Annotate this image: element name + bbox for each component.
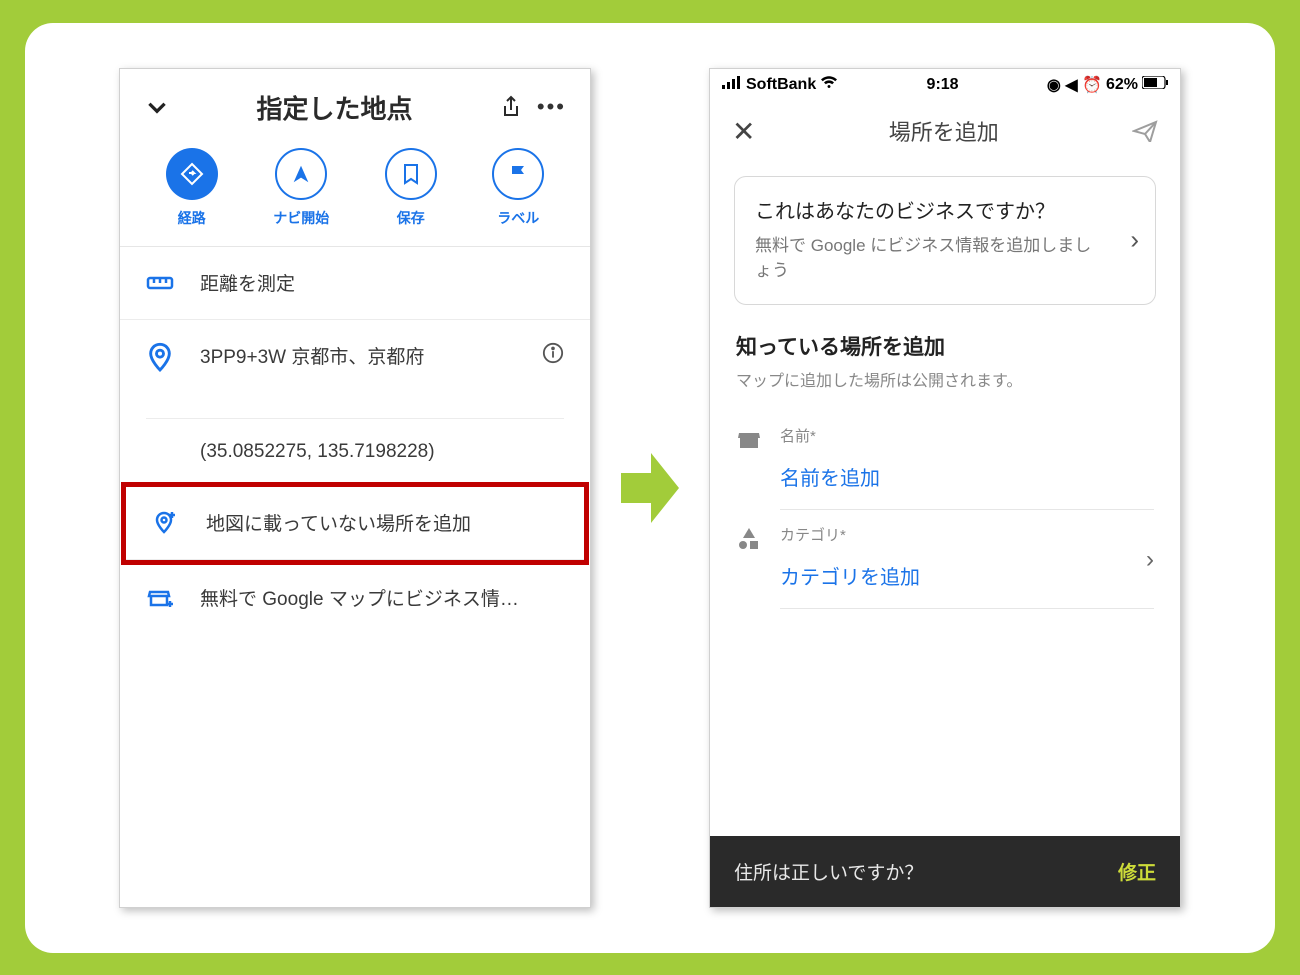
place-header: 指定した地点 •••: [120, 69, 590, 138]
name-field[interactable]: 名前* 名前を追加: [710, 411, 1180, 510]
name-label: 名前*: [780, 425, 1154, 446]
add-place-row[interactable]: 地図に載っていない場所を追加: [126, 487, 584, 560]
save-label: 保存: [397, 208, 425, 228]
business-card[interactable]: これはあなたのビジネスですか？ 無料で Google にビジネス情報を追加しまし…: [734, 176, 1156, 305]
label-label: ラベル: [497, 208, 539, 228]
status-bar: SoftBank 9:18 ◉ ◀ ⏰ 62%: [710, 69, 1180, 101]
save-button[interactable]: 保存: [385, 148, 437, 228]
bookmark-icon: [385, 148, 437, 200]
battery-icon: [1142, 76, 1168, 94]
name-placeholder: 名前を追加: [780, 462, 1154, 491]
info-icon[interactable]: [542, 342, 564, 369]
phone-left: 指定した地点 ••• 経路 ナビ開始: [119, 68, 591, 908]
category-field[interactable]: カテゴリ* カテゴリを追加 ›: [710, 510, 1180, 609]
add-place-label: 地図に載っていない場所を追加: [206, 509, 558, 536]
status-icons: ◉ ◀ ⏰: [1047, 75, 1102, 95]
nav-button[interactable]: ナビ開始: [273, 148, 329, 228]
clock-label: 9:18: [927, 76, 959, 94]
storefront-icon: [736, 427, 762, 453]
pluscode-text: 3PP9+3W 京都市、京都府: [200, 342, 516, 369]
action-row: 経路 ナビ開始 保存 ラベル: [120, 138, 590, 247]
directions-icon: [166, 148, 218, 200]
address-row[interactable]: 3PP9+3W 京都市、京都府 (35.0852275, 135.7198228…: [120, 320, 590, 485]
add-place-header: ✕ 場所を追加: [710, 101, 1180, 168]
chevron-right-icon: ›: [1146, 546, 1154, 574]
section-subtitle: マップに追加した場所は公開されます。: [710, 361, 1180, 411]
close-icon[interactable]: ✕: [732, 115, 755, 148]
route-button[interactable]: 経路: [166, 148, 218, 228]
category-placeholder: カテゴリを追加: [780, 561, 1154, 590]
snackbar-text: 住所は正しいですか？: [734, 858, 923, 885]
measure-row[interactable]: 距離を測定: [120, 247, 590, 320]
add-place-title: 場所を追加: [755, 115, 1132, 147]
nav-label: ナビ開始: [273, 208, 329, 228]
snackbar: 住所は正しいですか？ 修正: [710, 836, 1180, 907]
store-icon: [146, 584, 174, 612]
battery-label: 62%: [1106, 76, 1138, 94]
phone-right: SoftBank 9:18 ◉ ◀ ⏰ 62% ✕ 場所を追加 これはあ: [709, 68, 1181, 908]
business-label: 無料で Google マップにビジネス情…: [200, 584, 564, 611]
wifi-icon: [820, 75, 838, 94]
carrier-label: SoftBank: [746, 76, 816, 94]
category-icon: [736, 526, 762, 552]
send-icon[interactable]: [1132, 120, 1158, 142]
highlight-annotation: 地図に載っていない場所を追加: [121, 482, 589, 565]
place-title: 指定した地点: [184, 89, 485, 126]
chevron-right-icon: ›: [1130, 225, 1139, 256]
ruler-icon: [146, 269, 174, 297]
collapse-icon[interactable]: [144, 94, 170, 120]
more-icon[interactable]: •••: [537, 94, 566, 120]
label-button[interactable]: ラベル: [492, 148, 544, 228]
category-label: カテゴリ*: [780, 524, 1154, 545]
route-label: 経路: [178, 208, 206, 228]
measure-label: 距離を測定: [200, 269, 564, 296]
business-card-title: これはあなたのビジネスですか？: [755, 197, 1105, 227]
navigate-icon: [275, 148, 327, 200]
flow-arrow-icon: [621, 448, 679, 528]
snackbar-action[interactable]: 修正: [1118, 858, 1156, 885]
add-place-icon: [152, 509, 180, 537]
business-row[interactable]: 無料で Google マップにビジネス情…: [120, 562, 590, 634]
signal-icon: [722, 75, 742, 94]
share-icon[interactable]: [499, 94, 523, 120]
coordinates-text: (35.0852275, 135.7198228): [146, 418, 564, 463]
flag-icon: [492, 148, 544, 200]
tutorial-canvas: 指定した地点 ••• 経路 ナビ開始: [25, 23, 1275, 953]
section-title: 知っている場所を追加: [710, 331, 1180, 361]
pin-icon: [146, 342, 174, 370]
business-card-sub: 無料で Google にビジネス情報を追加しましょう: [755, 233, 1105, 284]
